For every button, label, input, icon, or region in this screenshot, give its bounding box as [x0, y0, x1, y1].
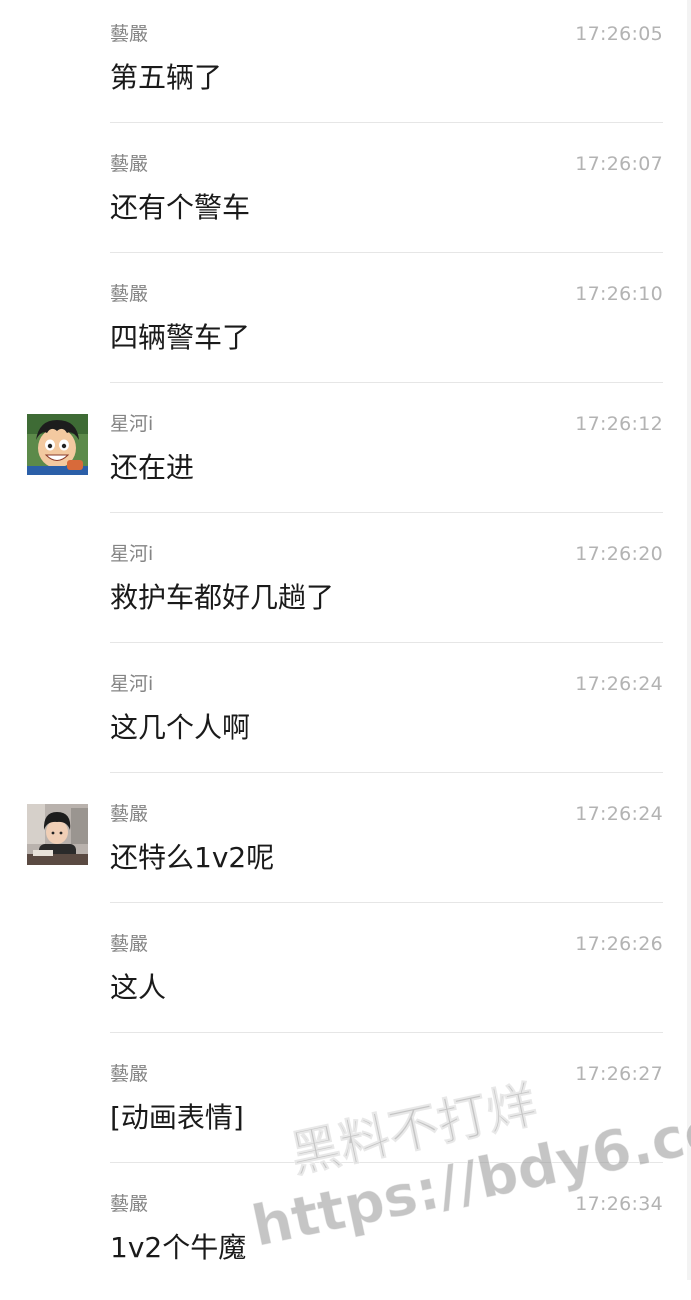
sender-name[interactable]: 藝嚴: [110, 932, 148, 956]
message-time: 17:26:20: [575, 543, 663, 565]
message-item[interactable]: 藝嚴 17:26:24 还特么1v2呢: [0, 780, 691, 910]
message-text: 四辆警车了: [110, 321, 251, 354]
message-text: 还在进: [110, 451, 195, 484]
divider: [110, 122, 663, 123]
sender-name[interactable]: 星河i: [110, 412, 153, 436]
message-text: 救护车都好几趟了: [110, 581, 335, 614]
message-time: 17:26:05: [575, 23, 663, 45]
message-text: 第五辆了: [110, 61, 223, 94]
sender-name[interactable]: 星河i: [110, 672, 153, 696]
anime-boy-avatar[interactable]: [27, 414, 88, 475]
message-item[interactable]: 藝嚴 17:26:05 第五辆了: [0, 0, 691, 130]
divider: [110, 642, 663, 643]
message-item[interactable]: 藝嚴 17:26:34 1v2个牛魔: [0, 1170, 691, 1300]
message-item[interactable]: 藝嚴 17:26:07 还有个警车: [0, 130, 691, 260]
message-time: 17:26:24: [575, 673, 663, 695]
message-time: 17:26:27: [575, 1063, 663, 1085]
message-time: 17:26:34: [575, 1193, 663, 1215]
scrollbar[interactable]: [687, 0, 691, 1280]
divider: [110, 512, 663, 513]
message-text: 这人: [110, 971, 167, 1004]
sender-name[interactable]: 藝嚴: [110, 282, 148, 306]
message-text: 这几个人啊: [110, 711, 251, 744]
divider: [110, 382, 663, 383]
message-item[interactable]: 星河i 17:26:20 救护车都好几趟了: [0, 520, 691, 650]
divider: [110, 902, 663, 903]
message-time: 17:26:12: [575, 413, 663, 435]
message-text: 还特么1v2呢: [110, 841, 275, 874]
sender-name[interactable]: 藝嚴: [110, 1062, 148, 1086]
message-item[interactable]: 星河i 17:26:24 这几个人啊: [0, 650, 691, 780]
message-item[interactable]: 藝嚴 17:26:27 [动画表情]: [0, 1040, 691, 1170]
sender-name[interactable]: 藝嚴: [110, 22, 148, 46]
sender-name[interactable]: 星河i: [110, 542, 153, 566]
desk-boy-avatar[interactable]: [27, 804, 88, 865]
chat-message-list[interactable]: 藝嚴 17:26:05 第五辆了 藝嚴 17:26:07 还有个警车 藝嚴 17…: [0, 0, 691, 1300]
message-item[interactable]: 藝嚴 17:26:26 这人: [0, 910, 691, 1040]
sender-name[interactable]: 藝嚴: [110, 152, 148, 176]
message-item[interactable]: 藝嚴 17:26:10 四辆警车了: [0, 260, 691, 390]
message-item[interactable]: 星河i 17:26:12 还在进: [0, 390, 691, 520]
message-time: 17:26:10: [575, 283, 663, 305]
divider: [110, 252, 663, 253]
message-time: 17:26:26: [575, 933, 663, 955]
message-text: 1v2个牛魔: [110, 1231, 247, 1264]
message-time: 17:26:24: [575, 803, 663, 825]
message-time: 17:26:07: [575, 153, 663, 175]
sender-name[interactable]: 藝嚴: [110, 802, 148, 826]
divider: [110, 772, 663, 773]
divider: [110, 1162, 663, 1163]
message-text: [动画表情]: [110, 1101, 244, 1134]
divider: [110, 1032, 663, 1033]
message-text: 还有个警车: [110, 191, 251, 224]
sender-name[interactable]: 藝嚴: [110, 1192, 148, 1216]
